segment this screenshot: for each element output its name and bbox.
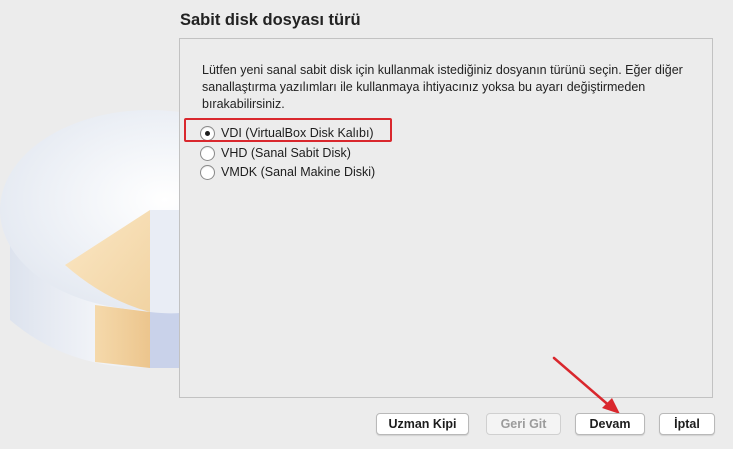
radio-label-vmdk: VMDK (Sanal Makine Diski) <box>221 165 376 179</box>
content-panel: Lütfen yeni sanal sabit disk için kullan… <box>179 38 713 398</box>
wizard-disk-illustration <box>0 0 180 449</box>
annotation-arrow-icon <box>552 356 620 414</box>
page-title: Sabit disk dosyası türü <box>180 11 361 29</box>
annotation-highlight-box <box>184 118 392 142</box>
continue-button[interactable]: Devam <box>575 413 645 435</box>
radio-button[interactable] <box>200 145 215 161</box>
radio-option-vhd[interactable]: VHD (Sanal Sabit Disk) <box>200 143 351 163</box>
radio-button[interactable] <box>200 164 215 180</box>
cancel-button[interactable]: İptal <box>659 413 715 435</box>
radio-label-vhd: VHD (Sanal Sabit Disk) <box>221 146 351 160</box>
radio-option-vmdk[interactable]: VMDK (Sanal Makine Diski) <box>200 162 375 182</box>
expert-mode-button[interactable]: Uzman Kipi <box>376 413 469 435</box>
back-button[interactable]: Geri Git <box>486 413 561 435</box>
description-text: Lütfen yeni sanal sabit disk için kullan… <box>202 63 683 111</box>
